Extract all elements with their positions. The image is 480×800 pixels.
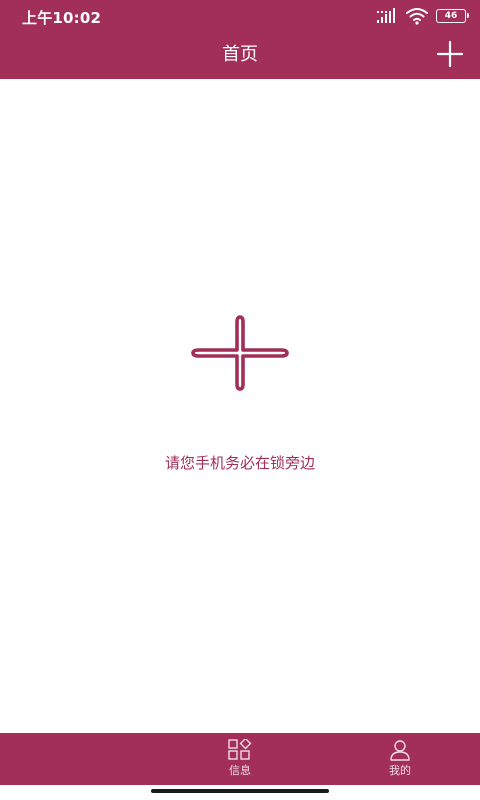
signal-icon — [377, 8, 395, 23]
top-bar: 上午10:02 46 首页 — [0, 0, 480, 79]
add-button[interactable] — [436, 40, 464, 68]
user-icon — [390, 740, 410, 761]
wifi-icon — [406, 8, 428, 25]
hint-text: 请您手机务必在锁旁边 — [164, 454, 315, 472]
bottom-tab-bar: 信息 我的 — [0, 733, 480, 785]
status-time: 上午10:02 — [22, 9, 102, 27]
tab-label: 我的 — [389, 764, 411, 777]
tab-info[interactable]: 信息 — [205, 739, 275, 783]
gesture-area — [0, 785, 480, 800]
grid-icon — [228, 739, 252, 760]
tab-label: 信息 — [229, 764, 251, 777]
battery-level: 46 — [444, 11, 458, 21]
app-screen: 上午10:02 46 首页 请您手机务必在锁旁边 信息 我的 — [0, 0, 480, 800]
main-content: 请您手机务必在锁旁边 — [0, 79, 480, 733]
home-indicator[interactable] — [151, 789, 329, 793]
battery-icon: 46 — [436, 9, 469, 23]
plus-icon — [436, 40, 464, 68]
tab-mine[interactable]: 我的 — [365, 739, 435, 783]
page-title: 首页 — [222, 44, 258, 65]
plus-icon[interactable] — [190, 313, 290, 393]
status-icons: 46 — [376, 6, 469, 26]
